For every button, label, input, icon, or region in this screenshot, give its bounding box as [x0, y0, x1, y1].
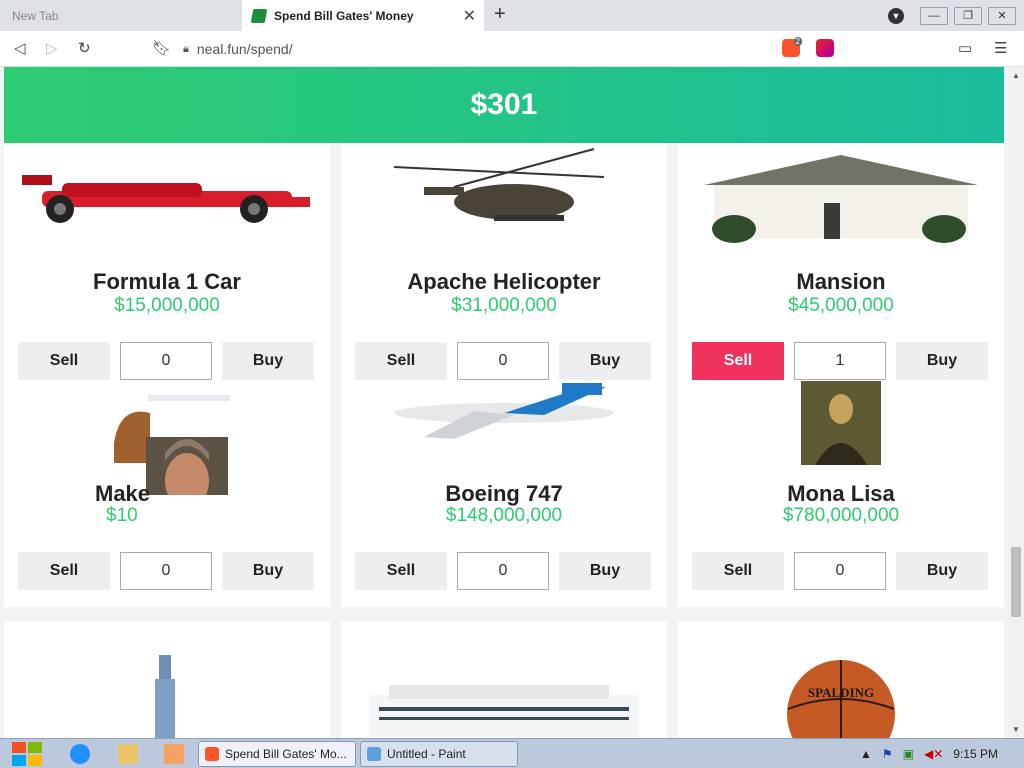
item-card: Mansion $45,000,000 Sell 1 Buy Mona Lisa…: [678, 143, 1004, 607]
item-price: $31,000,000: [451, 295, 557, 316]
sell-button[interactable]: Sell: [18, 552, 110, 590]
brave-icon: [205, 747, 219, 761]
close-window-button[interactable]: ✕: [988, 6, 1016, 25]
item-formula-1-car: Formula 1 Car $15,000,000 Sell 0 Buy: [4, 143, 330, 380]
action-center-flag-icon[interactable]: ⚑: [882, 747, 893, 761]
item-controls: Sell 0 Buy: [355, 552, 653, 590]
item-boeing-747: Boeing 747 $148,000,000 Sell 0 Buy: [341, 375, 667, 590]
new-tab-button[interactable]: +: [494, 3, 506, 26]
item-card: [4, 621, 330, 738]
item-price: $15,000,000: [114, 295, 220, 316]
tray-expand-icon[interactable]: ▲: [860, 747, 872, 761]
menu-icon[interactable]: ☰: [994, 39, 1007, 57]
sell-button[interactable]: Sell: [355, 552, 447, 590]
minimize-button[interactable]: —: [920, 6, 948, 25]
task-paint[interactable]: Untitled - Paint: [360, 741, 518, 767]
task-spend-bill-gates[interactable]: Spend Bill Gates' Mo...: [198, 741, 356, 767]
windows-taskbar: Spend Bill Gates' Mo... Untitled - Paint…: [0, 738, 1024, 768]
basketball-image: SPALDING: [787, 660, 895, 738]
shield-count-badge: 2: [793, 37, 802, 46]
item-price: $10: [106, 505, 138, 526]
money-remaining-bar: $301: [4, 67, 1004, 143]
money-favicon-icon: [250, 8, 268, 23]
windows-start-icon[interactable]: [10, 740, 44, 768]
item-name: Boeing 747: [445, 481, 563, 506]
item-name: Mona Lisa: [787, 481, 895, 506]
money-remaining: $301: [470, 88, 538, 121]
apache-helicopter-image: [394, 148, 605, 221]
item-mansion: Mansion $45,000,000 Sell 1 Buy: [678, 143, 1004, 380]
mansion-image: [704, 155, 978, 243]
media-player-icon[interactable]: [164, 744, 184, 764]
bookmark-icon[interactable]: 🔖︎: [152, 39, 171, 57]
buy-button[interactable]: Buy: [896, 552, 988, 590]
item-apache-helicopter: Apache Helicopter $31,000,000 Sell 0 Buy: [341, 143, 667, 380]
item-name: Make: [95, 481, 151, 506]
page-content: $301 Formula 1 Car $15,000,000 Sell 0 Bu…: [0, 67, 1008, 738]
item-card: Formula 1 Car $15,000,000 Sell 0 Buy Mak…: [4, 143, 330, 607]
tab-title: Spend Bill Gates' Money: [274, 8, 414, 23]
internet-explorer-icon[interactable]: [70, 744, 90, 764]
scroll-down-icon[interactable]: ▼: [1012, 725, 1020, 734]
quantity-input[interactable]: 0: [120, 552, 212, 590]
item-card: Apache Helicopter $31,000,000 Sell 0 Buy…: [341, 143, 667, 607]
close-tab-icon[interactable]: ✕: [463, 6, 476, 26]
page-scrollbar[interactable]: ▲ ▼: [1008, 67, 1024, 738]
task-label: Spend Bill Gates' Mo...: [225, 747, 347, 761]
item-mona-lisa: Mona Lisa $780,000,000 Sell 0 Buy: [678, 375, 1004, 590]
rock-portrait-image: [114, 395, 230, 495]
skyscraper-image: [155, 655, 175, 738]
back-icon[interactable]: ◁: [14, 39, 26, 57]
item-price: $148,000,000: [445, 505, 563, 526]
basketball-brand-text: SPALDING: [808, 685, 874, 700]
scrollbar-thumb[interactable]: [1011, 547, 1021, 617]
item-make: Make $10 Sell 0 Buy: [4, 375, 330, 590]
item-card: [341, 621, 667, 738]
buy-button[interactable]: Buy: [559, 552, 651, 590]
address-bar[interactable]: 🔒︎ neal.fun/spend/: [183, 36, 773, 62]
lock-icon: 🔒︎: [183, 42, 189, 55]
brave-shields-icon[interactable]: 2: [782, 37, 802, 57]
item-controls: Sell 0 Buy: [18, 552, 316, 590]
reload-icon[interactable]: ↻: [78, 39, 91, 57]
item-price: $45,000,000: [788, 295, 894, 316]
cruise-ship-image: [369, 685, 639, 737]
sell-button[interactable]: Sell: [692, 552, 784, 590]
volume-muted-icon[interactable]: ◀✕: [924, 747, 943, 761]
clock[interactable]: 9:15 PM: [953, 747, 998, 761]
tab-search-icon[interactable]: ▼: [888, 7, 904, 24]
tab-spend-bill-gates[interactable]: Spend Bill Gates' Money ✕: [242, 0, 484, 31]
buy-button[interactable]: Buy: [222, 552, 314, 590]
brave-rewards-icon[interactable]: [816, 39, 834, 57]
item-price: $780,000,000: [782, 505, 900, 526]
system-tray: ▲ ⚑ ▣ ◀✕ 9:15 PM: [860, 739, 1024, 768]
navigation-bar: ◁ ▷ ↻ 🔖︎ 🔒︎ neal.fun/spend/ 2 ▭ ☰: [0, 31, 1024, 67]
network-icon[interactable]: ▣: [903, 747, 914, 761]
forward-icon[interactable]: ▷: [46, 39, 58, 57]
tab-bar: New Tab Spend Bill Gates' Money ✕ + ▼ — …: [0, 0, 1024, 31]
item-controls: Sell 0 Buy: [692, 552, 990, 590]
wallet-icon[interactable]: ▭: [958, 39, 972, 57]
tab-new-tab[interactable]: New Tab: [0, 0, 242, 31]
item-name: Formula 1 Car: [93, 269, 241, 294]
quantity-input[interactable]: 0: [457, 552, 549, 590]
item-name: Mansion: [796, 269, 886, 294]
mona-lisa-image: [801, 381, 881, 465]
restore-button[interactable]: ❐: [954, 6, 982, 25]
quantity-input[interactable]: 0: [794, 552, 886, 590]
task-label: Untitled - Paint: [387, 747, 466, 761]
scroll-up-icon[interactable]: ▲: [1012, 71, 1020, 80]
tab-title: New Tab: [12, 8, 59, 23]
url-text: neal.fun/spend/: [196, 41, 293, 57]
formula-1-car-image: [22, 175, 310, 223]
paint-icon: [367, 747, 381, 761]
file-explorer-icon[interactable]: [118, 744, 138, 764]
item-name: Apache Helicopter: [407, 269, 601, 294]
boeing-747-image: [394, 383, 614, 439]
item-card: SPALDING: [678, 621, 1004, 738]
